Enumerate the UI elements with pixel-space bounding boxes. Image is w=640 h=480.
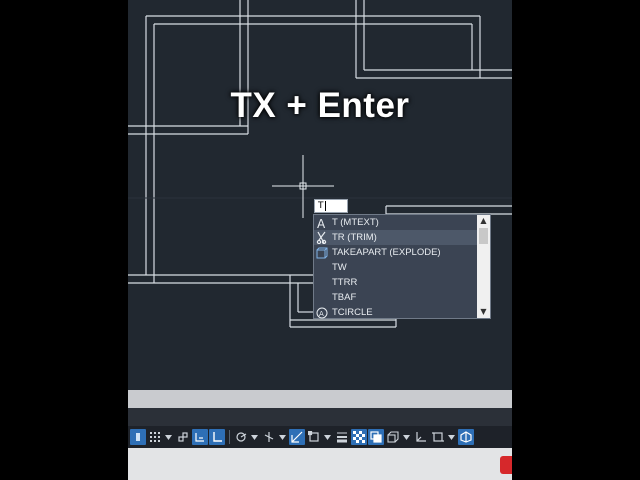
trim-icon [314, 230, 330, 245]
svg-text:A: A [317, 217, 326, 229]
scroll-up-icon[interactable]: ▲ [477, 215, 490, 227]
command-line-area[interactable] [128, 390, 512, 408]
taskbar-area [128, 448, 512, 480]
autocad-window: TX + Enter T A T (MTEXT) TR (TRIM) TAKEA… [128, 0, 512, 480]
snap-icon[interactable] [175, 429, 191, 445]
chevron-down-icon[interactable] [250, 429, 259, 445]
grid-icon[interactable] [147, 429, 163, 445]
mtext-icon: A [314, 215, 330, 230]
autocomplete-item-label: TBAF [332, 292, 357, 303]
model-space-icon[interactable] [130, 429, 146, 445]
layout-tabs-strip [128, 408, 512, 426]
object-snap-icon[interactable] [306, 429, 322, 445]
gizmo-icon[interactable] [458, 429, 474, 445]
3d-osnap-icon[interactable] [385, 429, 401, 445]
autocomplete-scrollbar[interactable]: ▲ ▼ [477, 215, 490, 318]
chevron-down-icon[interactable] [323, 429, 332, 445]
object-snap-tracking-icon[interactable] [289, 429, 305, 445]
autocomplete-item-label: TCIRCLE [332, 307, 373, 318]
autocomplete-item-explode[interactable]: TAKEAPART (EXPLODE) [314, 245, 477, 260]
selection-cycling-icon[interactable] [368, 429, 384, 445]
autocomplete-item-label: TTRR [332, 277, 358, 288]
autocomplete-item-label: T (MTEXT) [332, 217, 379, 228]
polar-tracking-icon[interactable] [233, 429, 249, 445]
autocomplete-item-trim[interactable]: TR (TRIM) [314, 230, 477, 245]
scrollbar-thumb[interactable] [479, 228, 488, 244]
dynamic-ucs-icon[interactable] [413, 429, 429, 445]
command-input-value: T [318, 201, 324, 211]
chevron-down-icon[interactable] [278, 429, 287, 445]
svg-text:A: A [319, 310, 324, 318]
autocomplete-item-label: TW [332, 262, 347, 273]
tcircle-icon: A [314, 305, 330, 320]
selection-filter-icon[interactable] [430, 429, 446, 445]
text-caret [324, 200, 326, 211]
explode-icon [314, 245, 330, 260]
autocomplete-item-tbaf[interactable]: TBAF [314, 290, 477, 305]
app-badge-icon[interactable] [500, 456, 512, 474]
autocomplete-item-label: TAKEAPART (EXPLODE) [332, 247, 441, 258]
autocomplete-item-mtext[interactable]: A T (MTEXT) [314, 215, 477, 230]
lineweight-icon[interactable] [334, 429, 350, 445]
chevron-down-icon[interactable] [447, 429, 456, 445]
chevron-down-icon[interactable] [164, 429, 173, 445]
status-bar [128, 426, 512, 448]
transparency-icon[interactable] [351, 429, 367, 445]
command-autocomplete-list[interactable]: A T (MTEXT) TR (TRIM) TAKEAPART (EXPLODE… [313, 214, 491, 319]
overlay-caption: TX + Enter [230, 86, 410, 125]
autocomplete-item-label: TR (TRIM) [332, 232, 377, 243]
autocomplete-item-ttrr[interactable]: TTRR [314, 275, 477, 290]
isometric-icon[interactable] [261, 429, 277, 445]
chevron-down-icon[interactable] [402, 429, 411, 445]
infer-constraints-icon[interactable] [192, 429, 208, 445]
scroll-down-icon[interactable]: ▼ [477, 306, 490, 318]
autocomplete-item-tcircle[interactable]: A TCIRCLE [314, 305, 477, 320]
drawing-canvas[interactable] [128, 0, 512, 390]
dynamic-command-input[interactable]: T [314, 199, 348, 213]
ortho-icon[interactable] [209, 429, 225, 445]
autocomplete-items: A T (MTEXT) TR (TRIM) TAKEAPART (EXPLODE… [314, 215, 477, 320]
autocomplete-item-tw[interactable]: TW [314, 260, 477, 275]
